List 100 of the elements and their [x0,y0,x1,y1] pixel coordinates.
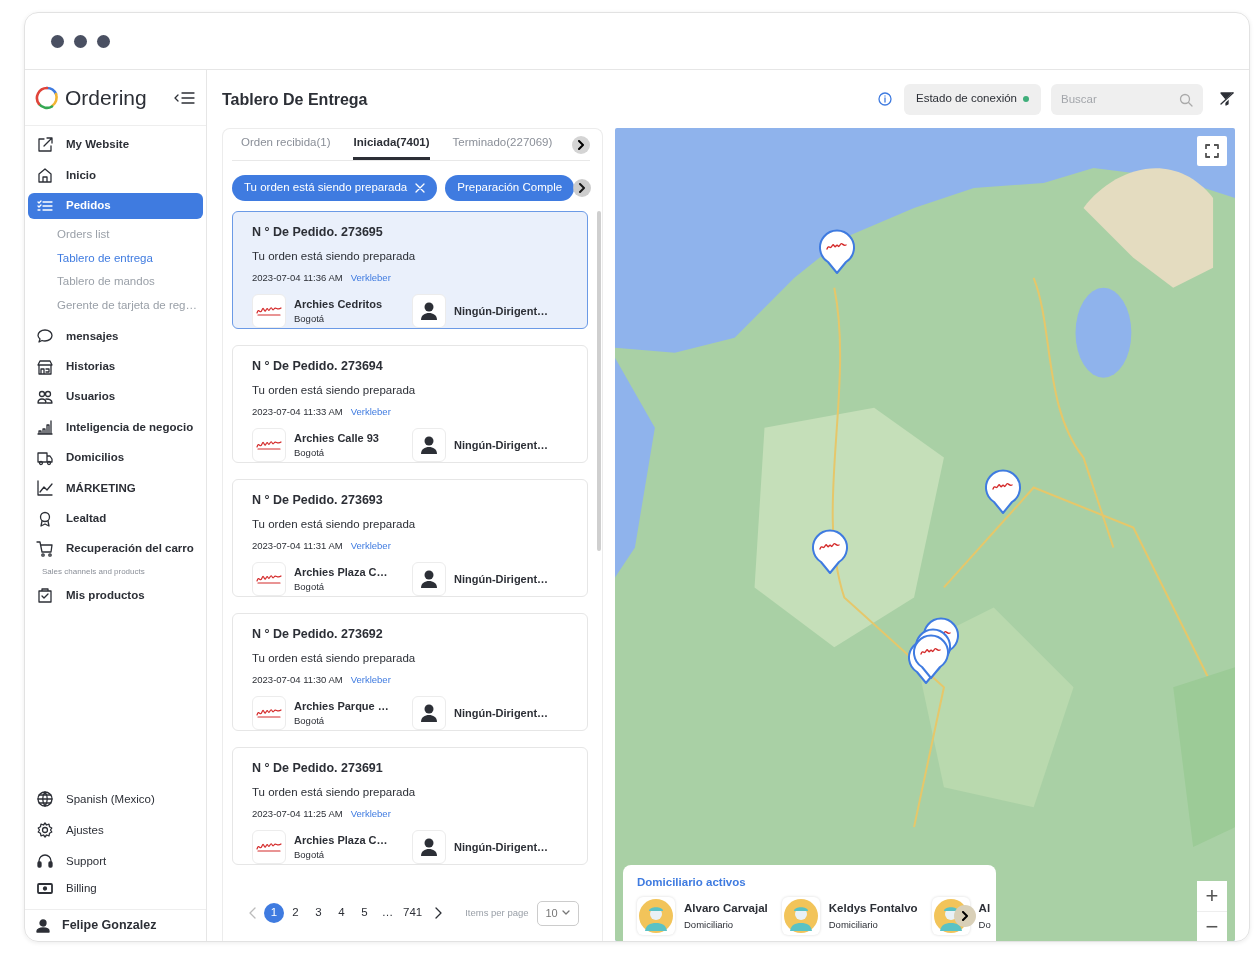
page-button[interactable]: 4 [330,903,353,923]
order-card[interactable]: N ° De Pedido. 273694 Tu orden está siendo preparada 2023-07-04 11:33 AM Verkleber Archies Calle 93 Bogotá Ningún-Dirigent… [232,345,588,463]
search-field[interactable]: Buscar [1051,83,1203,115]
sidebar-item[interactable]: Recuperación del carro [28,535,203,562]
window-dot-icon [74,34,87,48]
bar-chart-icon [36,418,54,437]
filter-chip[interactable]: Tu orden está siendo preparada [232,175,438,201]
chevron-right-icon [577,140,585,150]
map-pin-icon [811,529,849,575]
driver-name: Ningún-Dirigent… [454,572,549,587]
order-status: Tu orden está siendo preparada [252,382,417,398]
page-button[interactable]: 2 [284,903,307,923]
page-button[interactable]: 5 [353,903,376,923]
scroll-right-button[interactable] [572,136,590,154]
sidebar-item[interactable]: Usuarios [28,383,203,410]
sidebar-item[interactable]: My Website [28,132,203,158]
driver-avatar-icon [412,428,446,463]
filter-chip[interactable]: Preparación Comple [445,175,575,201]
store-name: Archies Cedritos [294,296,384,312]
line-chart-icon [36,479,54,498]
order-datetime: 2023-07-04 11:31 AM [252,539,343,553]
sidebar-item[interactable]: Billing [28,875,203,902]
store-name: Archies Calle 93 [294,430,380,446]
driver-avatar-icon [412,294,446,329]
zoom-out-button[interactable]: − [1197,911,1227,941]
order-card[interactable]: N ° De Pedido. 273691 Tu orden está siendo preparada 2023-07-04 11:25 AM Verkleber Archies Plaza C… Bogotá Ningún-Dirigent… [232,747,588,865]
sidebar-item[interactable]: Support [28,848,203,875]
store-logo-icon [252,294,286,329]
sidebar-item[interactable]: Inteligencia de negocio [28,414,203,441]
chevron-right-icon [960,911,969,921]
logo-icon [35,85,59,110]
courier-role: Domiciliario [684,917,735,932]
sidebar-item[interactable]: Inicio [28,162,203,189]
order-tag: Verkleber [350,807,391,822]
courier-avatar-icon [639,899,673,933]
sidebar-item[interactable]: Lealtad [28,505,203,532]
fullscreen-button[interactable] [1197,136,1227,166]
globe-icon [36,790,54,809]
store-city: Bogotá [294,848,326,863]
filter-off-icon[interactable] [1219,91,1235,107]
page-button[interactable]: … [376,903,399,923]
driver-name: Ningún-Dirigent… [454,706,549,721]
status-tab[interactable]: Iniciada(7401) [353,129,430,160]
panel-title: Domiciliario activos [637,874,747,890]
driver-avatar-icon [412,562,446,597]
order-card[interactable]: N ° De Pedido. 273693 Tu orden está siendo preparada 2023-07-04 11:31 AM Verkleber Archies Plaza C… Bogotá Ningún-Dirigent… [232,479,588,597]
settings-icon [36,821,54,840]
sidebar-item[interactable]: Domicilios [28,444,203,471]
store-name: Archies Parque … [294,698,390,714]
info-icon[interactable] [877,92,892,106]
sidebar-item[interactable]: Mis productos [28,582,203,609]
sidebar-item[interactable]: Spanish (Mexico) [28,786,203,813]
store-name: Archies Plaza C… [294,832,389,848]
page-button[interactable]: 3 [307,903,330,923]
store-logo-icon [252,428,286,463]
driver-name: Ningún-Dirigent… [454,304,549,319]
sidebar-subitem[interactable]: Tablero de entrega [25,246,206,271]
order-number: N ° De Pedido. 273695 [252,224,384,241]
order-tag: Verkleber [350,405,391,420]
user-icon [36,918,50,933]
scroll-right-button[interactable] [573,179,591,197]
connection-status-button[interactable]: Estado de conexión [903,83,1041,115]
courier-name: Alvaro Carvajal [684,901,768,917]
order-datetime: 2023-07-04 11:33 AM [252,405,343,419]
courier-name: Al [978,901,991,917]
driver-avatar-icon [412,696,446,731]
sidebar-item[interactable]: Pedidos [28,192,203,219]
courier-role: Do [978,917,991,932]
order-status: Tu orden está siendo preparada [252,248,417,264]
user-menu[interactable]: Felipe Gonzalez [25,909,206,941]
driver-name: Ningún-Dirigent… [454,840,549,855]
fullscreen-icon [1205,144,1219,158]
chevron-left-icon [248,907,257,920]
chevron-right-icon [578,183,586,193]
driver-name: Ningún-Dirigent… [454,438,549,453]
external-link-icon [36,136,54,154]
sidebar-item[interactable]: Ajustes [28,817,203,844]
store-icon [36,357,54,376]
order-number: N ° De Pedido. 273692 [252,626,384,643]
sidebar-item[interactable]: mensajes [28,323,203,350]
order-card[interactable]: N ° De Pedido. 273695 Tu orden está siendo preparada 2023-07-04 11:36 AM Verkleber Archies Cedritos Bogotá Ningún-Dirigent… [232,211,588,329]
items-per-page-select[interactable]: 10 [536,900,579,926]
order-number: N ° De Pedido. 273694 [252,358,384,375]
order-number: N ° De Pedido. 273693 [252,492,384,509]
order-status: Tu orden está siendo preparada [252,650,417,666]
close-icon [415,183,426,193]
page-button[interactable]: 1 [264,903,284,923]
order-status: Tu orden está siendo preparada [252,516,417,532]
store-logo-icon [252,696,286,731]
order-card[interactable]: N ° De Pedido. 273692 Tu orden está siendo preparada 2023-07-04 11:30 AM Verkleber Archies Parque … Bogotá Ningún-Dirigent… [232,613,588,731]
home-icon [36,166,54,185]
map-pin-icon [818,229,856,275]
page-button[interactable]: 741 [399,903,427,923]
sidebar-item[interactable]: Historias [28,353,203,380]
order-datetime: 2023-07-04 11:30 AM [252,673,343,687]
cart-icon [36,539,54,558]
collapse-menu-icon[interactable] [174,90,196,105]
store-logo-icon [252,830,286,865]
section-label: Sales channels and products [41,566,146,579]
sidebar-item[interactable]: MÁRKETING [28,475,203,502]
